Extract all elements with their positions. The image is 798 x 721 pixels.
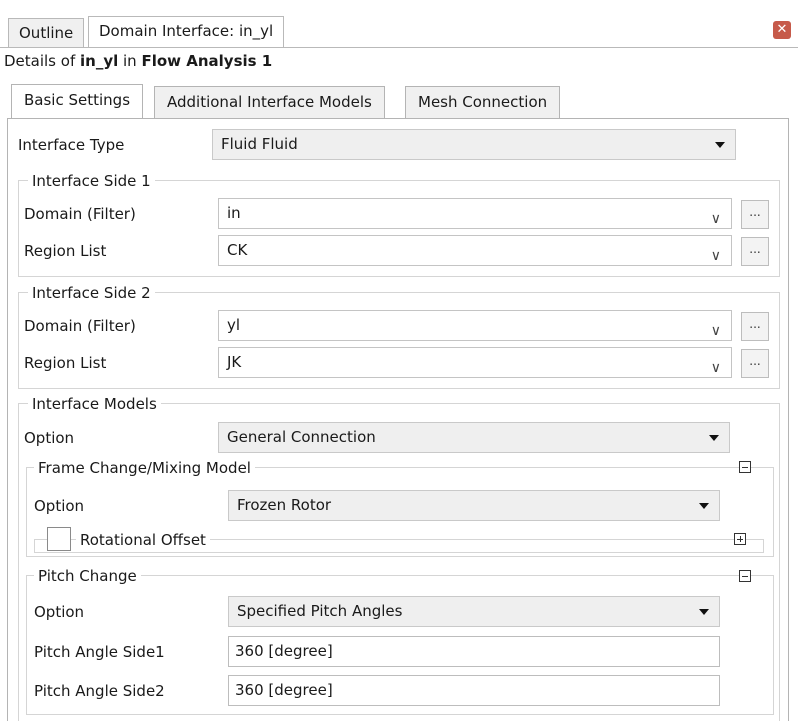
interface-type-label: Interface Type	[18, 136, 125, 154]
pitch-angle-side2-label: Pitch Angle Side2	[34, 682, 165, 700]
dropdown-arrow-icon	[699, 503, 709, 509]
frame-change-option-value: Frozen Rotor	[237, 496, 332, 514]
side2-region-dropdown[interactable]: JK ∨	[218, 347, 732, 378]
pitch-angle-side1-input[interactable]: 360 [degree]	[228, 636, 720, 667]
tab-mesh-connection[interactable]: Mesh Connection	[405, 86, 561, 118]
tab-basic-settings-label: Basic Settings	[24, 91, 131, 109]
rotational-offset-label: Rotational Offset	[76, 530, 210, 550]
tab-additional-interface-models-label: Additional Interface Models	[167, 93, 372, 111]
side1-domain-browse-button[interactable]: ...	[741, 200, 769, 229]
dropdown-arrow-icon	[709, 435, 719, 441]
side2-domain-browse-button[interactable]: ...	[741, 312, 769, 341]
side2-region-browse-button[interactable]: ...	[741, 349, 769, 378]
side1-region-browse-button[interactable]: ...	[741, 237, 769, 266]
models-option-value: General Connection	[227, 428, 376, 446]
tab-additional-interface-models[interactable]: Additional Interface Models	[154, 86, 385, 118]
side1-region-label: Region List	[24, 242, 107, 260]
details-middle: in	[118, 52, 142, 70]
pitch-option-dropdown[interactable]: Specified Pitch Angles	[228, 596, 720, 627]
collapse-icon[interactable]	[739, 570, 751, 582]
tab-outline[interactable]: Outline	[8, 18, 85, 47]
tab-basic-settings[interactable]: Basic Settings	[11, 84, 144, 118]
dropdown-arrow-icon	[699, 609, 709, 615]
side1-domain-label: Domain (Filter)	[24, 205, 136, 223]
details-heading: Details of in_yl in Flow Analysis 1	[4, 52, 272, 70]
models-option-dropdown[interactable]: General Connection	[218, 422, 730, 453]
collapse-icon[interactable]	[739, 461, 751, 473]
side1-region-value: CK	[227, 241, 248, 259]
frame-change-option-dropdown[interactable]: Frozen Rotor	[228, 490, 720, 521]
side2-domain-dropdown[interactable]: yl ∨	[218, 310, 732, 341]
details-analysis-name: Flow Analysis 1	[141, 52, 273, 70]
tab-outline-label: Outline	[19, 24, 74, 42]
close-icon[interactable]: ✕	[773, 21, 791, 39]
interface-side-2-title: Interface Side 2	[28, 283, 155, 303]
frame-change-title: Frame Change/Mixing Model	[34, 458, 255, 478]
side1-domain-dropdown[interactable]: in ∨	[218, 198, 732, 229]
chevron-down-icon: ∨	[710, 360, 721, 376]
models-option-label: Option	[24, 429, 75, 447]
details-object-name: in_yl	[80, 52, 119, 70]
pitch-angle-side1-label: Pitch Angle Side1	[34, 643, 165, 661]
tab-domain-interface-label: Domain Interface: in_yl	[99, 22, 274, 40]
pitch-change-title: Pitch Change	[34, 566, 141, 586]
chevron-down-icon: ∨	[710, 248, 721, 264]
tab-domain-interface[interactable]: Domain Interface: in_yl	[88, 16, 285, 47]
expand-icon[interactable]	[734, 533, 746, 545]
pitch-option-label: Option	[34, 603, 85, 621]
tab-mesh-connection-label: Mesh Connection	[418, 93, 548, 111]
side2-domain-label: Domain (Filter)	[24, 317, 136, 335]
frame-change-option-label: Option	[34, 497, 85, 515]
side2-region-label: Region List	[24, 354, 107, 372]
interface-type-value: Fluid Fluid	[221, 135, 298, 153]
dropdown-arrow-icon	[715, 142, 725, 148]
tab-strip-divider	[0, 47, 798, 48]
chevron-down-icon: ∨	[710, 211, 721, 227]
rotational-offset-checkbox[interactable]	[47, 527, 71, 551]
details-prefix: Details of	[4, 52, 80, 70]
side2-domain-value: yl	[227, 316, 241, 334]
interface-side-1-title: Interface Side 1	[28, 171, 155, 191]
chevron-down-icon: ∨	[710, 323, 721, 339]
side1-domain-value: in	[227, 204, 241, 222]
interface-models-title: Interface Models	[28, 394, 161, 414]
pitch-angle-side2-input[interactable]: 360 [degree]	[228, 675, 720, 706]
interface-type-dropdown[interactable]: Fluid Fluid	[212, 129, 736, 160]
side2-region-value: JK	[227, 353, 242, 371]
side1-region-dropdown[interactable]: CK ∨	[218, 235, 732, 266]
pitch-option-value: Specified Pitch Angles	[237, 602, 403, 620]
